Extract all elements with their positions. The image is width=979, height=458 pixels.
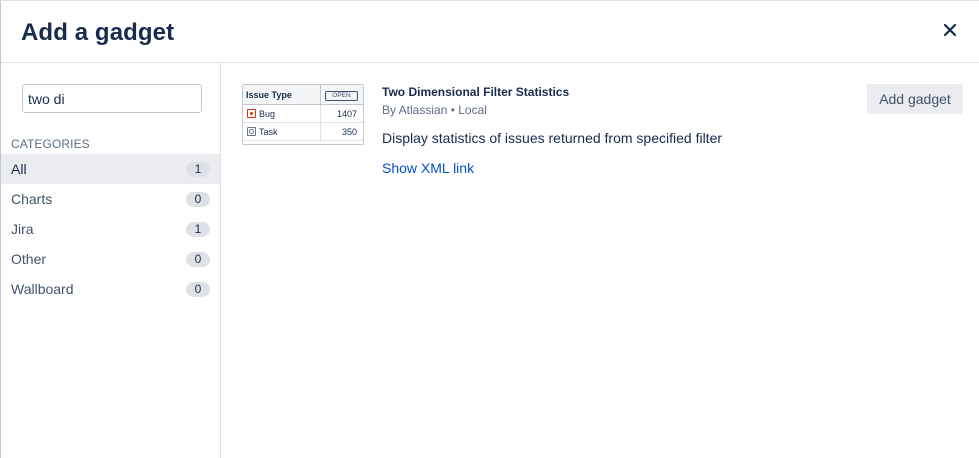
category-sidebar: CATEGORIES All 1 Charts 0 Jira 1 Other 0… <box>1 63 221 458</box>
gadget-title: Two Dimensional Filter Statistics <box>382 85 570 99</box>
category-label: All <box>11 161 27 177</box>
category-item-wallboard[interactable]: Wallboard 0 <box>1 274 220 304</box>
thumbnail-header-label: Issue Type <box>246 90 292 100</box>
dialog-header: Add a gadget <box>1 1 979 63</box>
thumbnail-divider <box>320 105 321 123</box>
show-xml-link[interactable]: Show XML link <box>382 160 474 176</box>
category-item-jira[interactable]: Jira 1 <box>1 214 220 244</box>
gadget-description: Display statistics of issues returned fr… <box>382 130 723 146</box>
category-item-charts[interactable]: Charts 0 <box>1 184 220 214</box>
category-item-all[interactable]: All 1 <box>1 154 220 184</box>
gadget-thumbnail: Issue Type OPEN Bug 1407 Task 350 <box>242 84 364 145</box>
gadget-author: By Atlassian • Local <box>382 103 487 117</box>
category-label: Charts <box>11 191 53 207</box>
search-input[interactable] <box>22 84 202 113</box>
dialog-title: Add a gadget <box>21 19 175 46</box>
category-label: Jira <box>11 221 34 237</box>
category-count-badge: 0 <box>186 192 210 207</box>
category-label: Other <box>11 251 47 267</box>
category-count-badge: 0 <box>186 282 210 297</box>
thumbnail-row: Bug 1407 <box>243 105 363 123</box>
category-item-other[interactable]: Other 0 <box>1 244 220 274</box>
category-list: All 1 Charts 0 Jira 1 Other 0 Wallboard … <box>1 154 220 304</box>
thumbnail-header: Issue Type OPEN <box>243 85 363 105</box>
thumbnail-divider <box>320 123 321 141</box>
task-icon <box>247 127 256 136</box>
gadget-results: Issue Type OPEN Bug 1407 Task 350 Two Di… <box>222 63 979 458</box>
add-gadget-button[interactable]: Add gadget <box>867 84 963 114</box>
add-gadget-dialog: Add a gadget CATEGORIES All 1 Charts 0 J… <box>0 0 979 458</box>
category-label: Wallboard <box>11 281 74 297</box>
category-count-badge: 1 <box>186 162 210 177</box>
thumbnail-row-label: Task <box>259 127 278 137</box>
category-count-badge: 0 <box>186 252 210 267</box>
bug-icon <box>247 109 256 118</box>
thumbnail-row-value: 350 <box>341 127 357 137</box>
thumbnail-row-label: Bug <box>259 109 276 119</box>
thumbnail-status-badge: OPEN <box>325 91 358 101</box>
category-count-badge: 1 <box>186 222 210 237</box>
thumbnail-row: Task 350 <box>243 123 363 141</box>
categories-heading: CATEGORIES <box>11 137 90 151</box>
thumbnail-divider <box>320 85 321 105</box>
thumbnail-row-value: 1407 <box>336 109 357 119</box>
close-icon[interactable] <box>941 21 959 39</box>
